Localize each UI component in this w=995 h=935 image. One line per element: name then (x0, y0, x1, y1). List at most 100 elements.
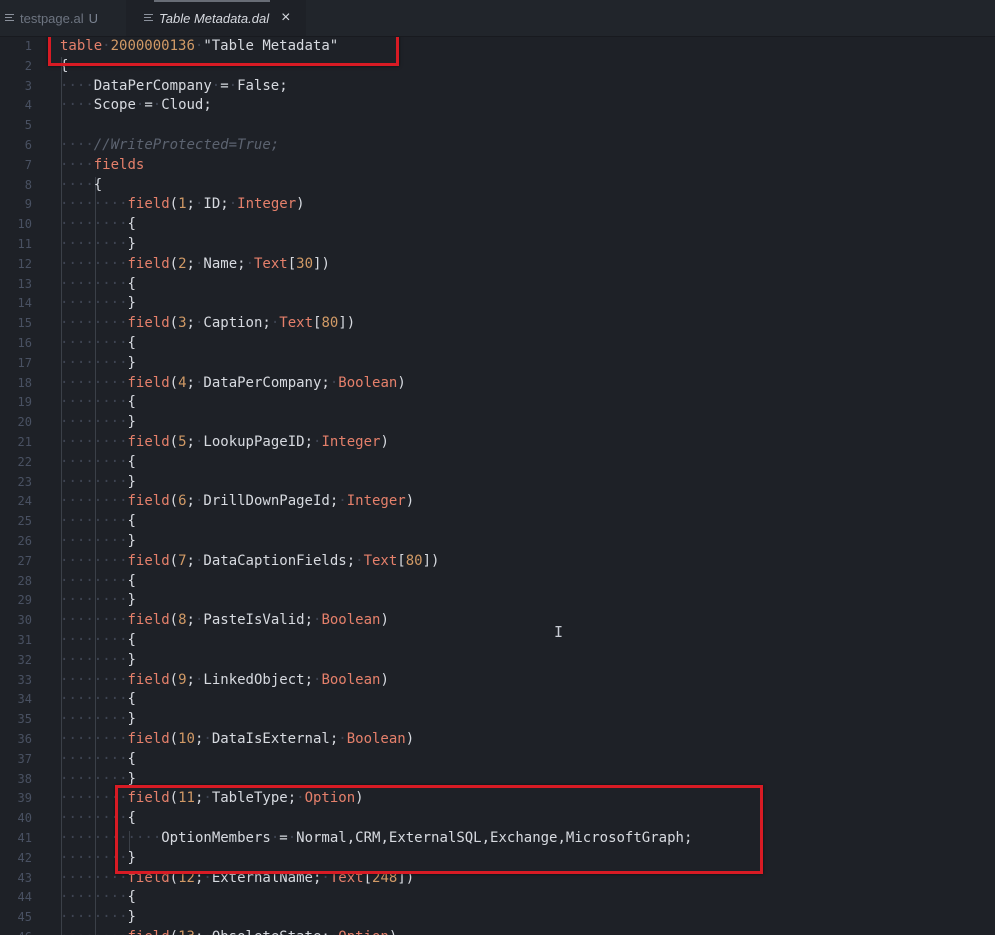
line-number: 36 (17, 732, 32, 746)
code-text: ········{ (60, 394, 136, 411)
code-text: ········} (60, 533, 136, 549)
code-text: ········} (60, 592, 136, 609)
code-line[interactable]: 29 ········} (0, 591, 995, 611)
code-line[interactable]: 17 ········} (0, 354, 995, 374)
line-number: 2 (24, 58, 32, 73)
code-text: ····//WriteProtected=True; (60, 137, 280, 153)
line-number: 38 (17, 771, 32, 786)
tab-testpage-al[interactable]: testpage.al U (0, 0, 126, 36)
editor-tab-bar: testpage.al U Table Metadata.dal × (0, 0, 995, 37)
code-line[interactable]: 19 ········{ (0, 393, 995, 413)
code-line[interactable]: 22 ········{ (0, 453, 995, 473)
file-lines-icon (144, 13, 154, 23)
code-text: ····{ (60, 176, 103, 193)
line-number: 9 (24, 197, 32, 212)
line-number: 24 (17, 494, 32, 509)
line-number: 22 (17, 454, 32, 469)
tab-title: Table Metadata.dal (159, 10, 270, 26)
code-line[interactable]: 18 ········field(4;·DataPerCompany;·Boole… (0, 374, 995, 394)
code-text: ········field(4;·DataPerCompany;·Boolean… (60, 374, 406, 391)
line-number: 34 (17, 692, 32, 707)
code-line[interactable]: 6 ····//WriteProtected=True; (0, 136, 995, 156)
line-number: 1 (24, 39, 32, 53)
line-number: 5 (24, 118, 32, 133)
line-number: 23 (17, 474, 32, 489)
code-line[interactable]: 36 ········field(10;·DataIsExternal;·Bool… (0, 730, 995, 750)
code-line[interactable]: 31 ········{ (0, 631, 995, 651)
table-type-field-highlight (115, 785, 763, 874)
code-line[interactable]: 30 ········field(8;·PasteIsValid;·Boolean… (0, 611, 995, 631)
code-line[interactable]: 12 ········field(2;·Name;·Text[30]) (0, 255, 995, 275)
code-text: ········{ (60, 513, 136, 530)
code-text: ········field(6;·DrillDownPageId;·Intege… (60, 493, 415, 510)
line-number: 39 (17, 791, 32, 806)
code-line[interactable]: 20 ········} (0, 413, 995, 433)
code-text: ········} (60, 414, 136, 431)
line-number: 11 (17, 237, 32, 251)
line-number: 46 (0, 928, 32, 935)
code-line[interactable]: 37 ········{ (0, 750, 995, 770)
code-text: ········field(3;·Caption;·Text[80]) (60, 315, 356, 332)
line-number: 40 (17, 811, 32, 826)
code-text: ········{ (60, 750, 136, 767)
code-line[interactable]: 46 ········field(13;·ObsoleteState;·Optio… (0, 928, 995, 935)
code-line[interactable]: 24 ········field(6;·DrillDownPageId;·Inte… (0, 492, 995, 512)
code-line[interactable]: 25 ········{ (0, 512, 995, 532)
code-text: ········{ (60, 275, 136, 292)
line-number: 27 (17, 553, 32, 568)
code-line[interactable]: 27 ········field(7;·DataCaptionFields;·Te… (0, 552, 995, 572)
code-text: ········} (60, 651, 136, 668)
code-text: ····fields (60, 156, 145, 173)
code-line[interactable]: 44 ········{ (0, 888, 995, 908)
code-text: ········field(5;·LookupPageID;·Integer) (60, 434, 389, 450)
line-number: 29 (17, 593, 32, 608)
code-text: ····DataPerCompany·=·False; (60, 77, 288, 94)
code-line[interactable]: 7 ····fields (0, 156, 995, 176)
code-line[interactable]: 11 ········} (0, 235, 995, 255)
code-line[interactable]: 13 ········{ (0, 275, 995, 295)
line-number: 43 (17, 870, 32, 885)
line-number: 17 (17, 355, 32, 370)
code-line[interactable]: 10 ········{ (0, 215, 995, 235)
code-line[interactable]: 23 ········} (0, 473, 995, 493)
line-number: 7 (24, 157, 32, 172)
code-line[interactable]: 26 ········} (0, 532, 995, 552)
line-number: 31 (17, 633, 32, 647)
code-text: ········} (60, 236, 136, 252)
tab-table-metadata-dal[interactable]: Table Metadata.dal × (126, 0, 306, 36)
code-line[interactable]: 8 ····{ (0, 176, 995, 196)
line-number: 19 (17, 395, 32, 410)
code-line[interactable]: 34 ········{ (0, 690, 995, 710)
code-line[interactable]: 4 ····Scope·=·Cloud; (0, 96, 995, 116)
code-line[interactable]: 33 ········field(9;·LinkedObject;·Boolean… (0, 671, 995, 691)
code-text: ········{ (60, 335, 136, 351)
code-line[interactable]: 9 ········field(1;·ID;·Integer) (0, 195, 995, 215)
code-text: ········field(1;·ID;·Integer) (60, 196, 305, 213)
code-line[interactable]: 45 ········} (0, 908, 995, 928)
code-line[interactable]: 3 ····DataPerCompany·=·False; (0, 77, 995, 97)
code-line[interactable]: 32 ········} (0, 651, 995, 671)
code-text: ········} (60, 295, 136, 312)
line-number: 37 (17, 751, 32, 766)
line-number: 28 (17, 573, 32, 588)
code-text: ········field(8;·PasteIsValid;·Boolean) (60, 612, 389, 629)
line-number: 25 (17, 514, 32, 529)
code-line[interactable]: 21 ········field(5;·LookupPageID;·Integer… (0, 433, 995, 453)
code-line[interactable]: 5 (0, 116, 995, 136)
code-text: ········field(10;·DataIsExternal;·Boolea… (60, 731, 415, 747)
code-line[interactable]: 28 ········{ (0, 572, 995, 592)
code-editor[interactable]: 1 table·2000000136·"Table Metadata" 2{3 ···… (0, 37, 995, 935)
code-text: ········field(13;·ObsoleteState;·Option) (60, 928, 397, 935)
line-number: 13 (17, 276, 32, 291)
line-number: 32 (17, 652, 32, 667)
tab-title: testpage.al (20, 10, 84, 26)
line-number: 44 (17, 890, 32, 905)
code-text: ········{ (60, 632, 136, 648)
code-line[interactable]: 15 ········field(3;·Caption;·Text[80]) (0, 314, 995, 334)
code-line[interactable]: 16 ········{ (0, 334, 995, 354)
close-icon[interactable]: × (281, 10, 290, 26)
code-line[interactable]: 35 ········} (0, 710, 995, 730)
code-text: ········} (60, 711, 136, 728)
code-line[interactable]: 14 ········} (0, 294, 995, 314)
line-number: 42 (17, 850, 32, 865)
